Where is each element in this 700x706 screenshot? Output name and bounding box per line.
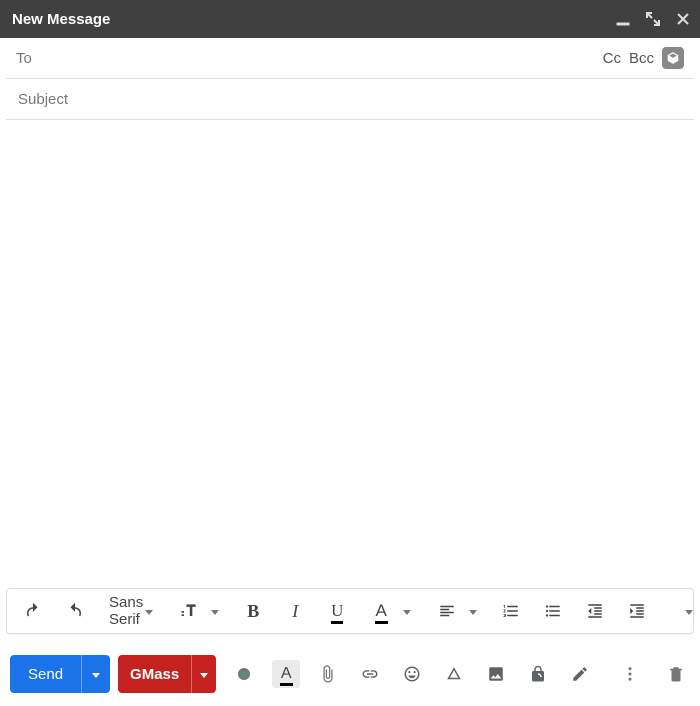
chevron-down-icon [685, 610, 693, 615]
send-options-dropdown[interactable] [81, 655, 110, 693]
underline-button[interactable]: U [317, 593, 357, 629]
gmass-recipient-icon[interactable] [662, 47, 684, 69]
insert-signature-icon[interactable] [566, 660, 594, 688]
subject-input[interactable] [16, 90, 684, 109]
compose-action-icons: A [230, 660, 594, 688]
font-family-picker[interactable]: Sans Serif [107, 594, 155, 628]
window-controls [616, 12, 690, 26]
chevron-down-icon [200, 673, 208, 678]
send-button-main[interactable]: Send [10, 655, 81, 693]
redo-button[interactable] [55, 593, 95, 629]
subject-row [6, 79, 694, 120]
fullscreen-icon[interactable] [646, 12, 660, 26]
attach-file-icon[interactable] [314, 660, 342, 688]
tracking-indicator-icon[interactable] [230, 660, 258, 688]
to-row: To Cc Bcc [6, 38, 694, 79]
chevron-down-icon [403, 610, 411, 615]
to-input[interactable] [42, 49, 603, 68]
to-label: To [16, 50, 32, 67]
cc-link[interactable]: Cc [603, 50, 621, 67]
chevron-down-icon [211, 610, 219, 615]
text-color-icon: A [361, 593, 401, 629]
formatting-toolbar: Sans Serif B I U A [6, 588, 694, 634]
indent-less-button[interactable] [575, 593, 615, 629]
window-title: New Message [12, 11, 616, 28]
close-icon[interactable] [676, 12, 690, 26]
text-color-picker[interactable]: A [359, 593, 413, 629]
bulleted-list-button[interactable] [533, 593, 573, 629]
text-formatting-toggle[interactable]: A [272, 660, 300, 688]
gmass-button[interactable]: GMass [118, 655, 216, 693]
italic-button[interactable]: I [275, 593, 315, 629]
insert-link-icon[interactable] [356, 660, 384, 688]
more-options-icon[interactable] [616, 660, 644, 688]
insert-drive-icon[interactable] [440, 660, 468, 688]
message-body[interactable] [0, 120, 700, 588]
confidential-mode-icon[interactable] [524, 660, 552, 688]
gmass-options-dropdown[interactable] [191, 655, 216, 693]
undo-button[interactable] [13, 593, 53, 629]
chevron-down-icon [469, 610, 477, 615]
bottom-action-bar: Send GMass A [0, 642, 700, 706]
numbered-list-button[interactable] [491, 593, 531, 629]
gmass-button-main[interactable]: GMass [118, 655, 191, 693]
bold-button[interactable]: B [233, 593, 273, 629]
insert-emoji-icon[interactable] [398, 660, 426, 688]
align-left-icon [427, 593, 467, 629]
insert-photo-icon[interactable] [482, 660, 510, 688]
chevron-down-icon [145, 610, 153, 615]
send-button[interactable]: Send [10, 655, 110, 693]
more-formatting-button[interactable] [669, 593, 700, 629]
font-size-icon [169, 593, 209, 629]
align-picker[interactable] [425, 593, 479, 629]
bcc-link[interactable]: Bcc [629, 50, 654, 67]
minimize-icon[interactable] [616, 12, 630, 26]
discard-draft-icon[interactable] [662, 660, 690, 688]
font-size-picker[interactable] [167, 593, 221, 629]
to-right-actions: Cc Bcc [603, 47, 684, 69]
indent-more-button[interactable] [617, 593, 657, 629]
font-family-label: Sans Serif [109, 594, 143, 628]
bottom-right-icons [616, 660, 690, 688]
chevron-down-icon [92, 673, 100, 678]
compose-titlebar: New Message [0, 0, 700, 38]
